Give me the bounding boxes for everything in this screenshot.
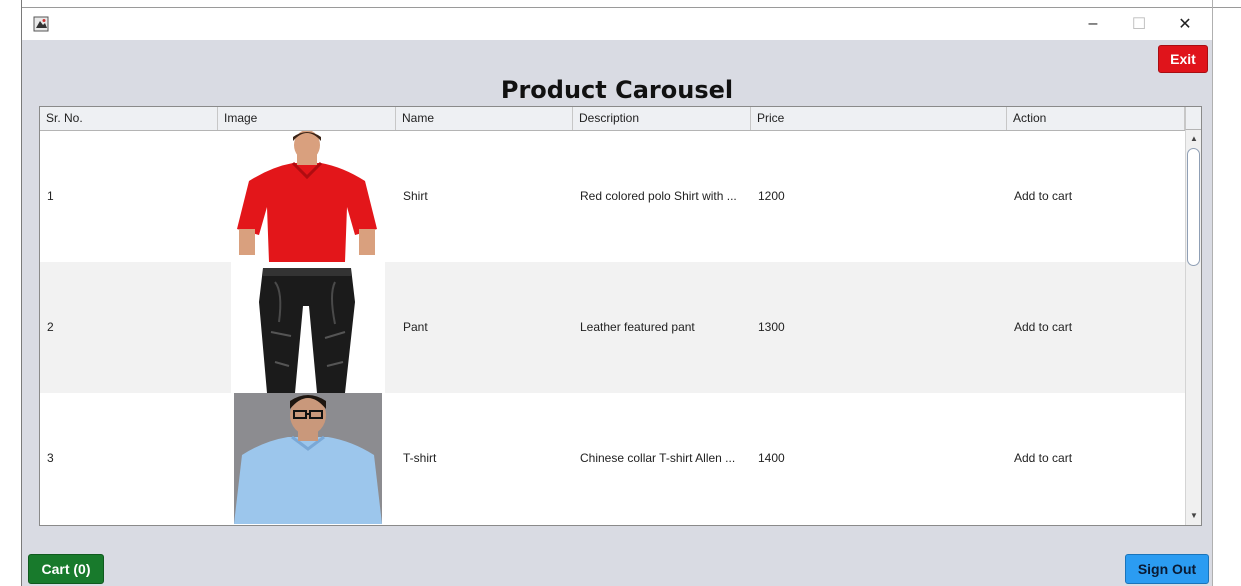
cell-price: 1200 (758, 189, 785, 203)
red-polo-shirt-photo (231, 131, 383, 262)
column-header-image[interactable]: Image (218, 107, 396, 130)
column-header-sr-no[interactable]: Sr. No. (40, 107, 218, 130)
column-header-description[interactable]: Description (573, 107, 751, 130)
cell-description: Leather featured pant (580, 320, 695, 334)
add-to-cart-action[interactable]: Add to cart (1007, 262, 1185, 393)
column-header-price[interactable]: Price (751, 107, 1007, 130)
cell-price: 1400 (758, 451, 785, 465)
maximize-icon[interactable]: ☐ (1116, 8, 1162, 40)
page-title: Product Carousel (500, 76, 734, 104)
close-icon[interactable]: ✕ (1162, 8, 1208, 40)
title-bar: – ☐ ✕ (22, 8, 1212, 40)
scrollbar-thumb[interactable] (1187, 148, 1200, 266)
cell-price: 1300 (758, 320, 785, 334)
desktop-edge-right (1212, 0, 1213, 586)
scroll-up-arrow-icon[interactable]: ▲ (1188, 133, 1200, 145)
table-header: Sr. No. Image Name Description Price Act… (40, 107, 1185, 131)
cell-description: Chinese collar T-shirt Allen ... (580, 451, 736, 465)
cell-name: Pant (403, 320, 428, 334)
add-to-cart-action[interactable]: Add to cart (1007, 131, 1185, 262)
add-to-cart-action[interactable]: Add to cart (1007, 393, 1185, 524)
cell-sr-no: 2 (47, 320, 54, 334)
exit-button[interactable]: Exit (1158, 45, 1208, 73)
cart-button[interactable]: Cart (0) (28, 554, 104, 584)
minimize-icon[interactable]: – (1070, 8, 1116, 40)
blue-tshirt-photo (234, 393, 382, 524)
vertical-scrollbar[interactable]: ▲ ▼ (1185, 130, 1201, 525)
table-header-corner (1185, 107, 1201, 130)
column-header-name[interactable]: Name (396, 107, 573, 130)
leather-pant-photo (231, 262, 385, 393)
sign-out-button[interactable]: Sign Out (1125, 554, 1209, 584)
table-row[interactable]: 2 Pant Leather featured pant 1300 Add to… (40, 262, 1185, 393)
product-table: Sr. No. Image Name Description Price Act… (39, 106, 1202, 526)
cell-sr-no: 3 (47, 451, 54, 465)
table-row[interactable]: 3 T-shirt Chinese collar T-shirt Allen .… (40, 393, 1185, 524)
app-window: – ☐ ✕ Exit Product Carousel Sr. No. Imag… (22, 8, 1212, 586)
cell-sr-no: 1 (47, 189, 54, 203)
cell-description: Red colored polo Shirt with ... (580, 189, 737, 203)
cell-name: Shirt (403, 189, 428, 203)
scroll-down-arrow-icon[interactable]: ▼ (1188, 510, 1200, 522)
java-app-icon (33, 16, 49, 32)
cell-name: T-shirt (403, 451, 437, 465)
column-header-action[interactable]: Action (1007, 107, 1185, 130)
table-row[interactable]: 1 Shirt Red colored polo Shirt with ... … (40, 131, 1185, 262)
